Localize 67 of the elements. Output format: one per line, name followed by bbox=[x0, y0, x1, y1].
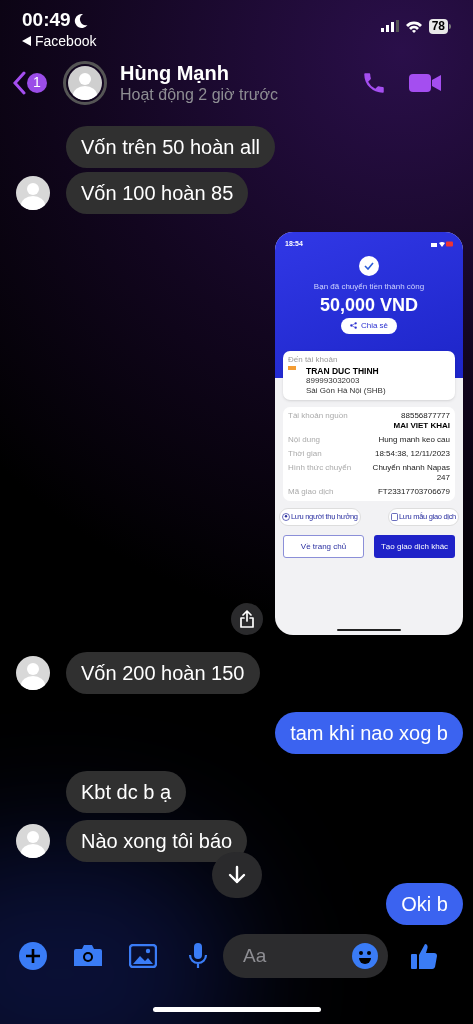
field-label: Tài khoản nguồn bbox=[288, 411, 348, 422]
field-label: Thời gian bbox=[288, 449, 322, 459]
active-status: Hoạt động 2 giờ trước bbox=[120, 84, 279, 105]
back-to-app-link[interactable]: Facebook bbox=[35, 32, 97, 50]
arrow-down-icon bbox=[226, 864, 248, 886]
field-label: Đến tài khoản bbox=[288, 355, 339, 365]
message-bubble: Vốn 200 hoàn 150 bbox=[66, 652, 260, 694]
success-message: Bạn đã chuyển tiền thành công bbox=[313, 280, 425, 293]
share-button[interactable] bbox=[231, 603, 263, 635]
video-call-button[interactable] bbox=[409, 71, 441, 94]
person-avatar-icon bbox=[16, 176, 50, 210]
battery-level: 78 bbox=[428, 18, 448, 34]
document-icon bbox=[390, 513, 398, 521]
person-icon bbox=[282, 513, 290, 521]
transfer-amount: 50,000 VND bbox=[319, 293, 419, 316]
person-avatar-icon bbox=[16, 656, 50, 690]
home-indicator bbox=[337, 628, 401, 631]
back-chevron-icon bbox=[12, 70, 26, 95]
message-bubble: tam khi nao xog b bbox=[275, 712, 463, 754]
clock-time: 00:49 bbox=[22, 8, 71, 32]
success-check-icon bbox=[359, 255, 379, 276]
bank-logo-icon bbox=[288, 366, 296, 370]
field-value: 18:54:38, 12/11/2023 bbox=[373, 449, 450, 459]
back-button[interactable]: 1 bbox=[12, 70, 47, 95]
field-value: Chuyển nhanh Napas 247 bbox=[371, 463, 450, 483]
wifi-icon bbox=[404, 19, 423, 33]
field-label: Nội dung bbox=[288, 435, 321, 445]
message-bubble: Kbt dc b ạ bbox=[66, 771, 187, 813]
emoji-icon[interactable] bbox=[351, 942, 379, 970]
image-icon bbox=[129, 944, 157, 968]
share-button[interactable]: Chia sẻ bbox=[340, 317, 398, 334]
video-camera-icon bbox=[409, 71, 441, 94]
message-bubble: Nào xong tôi báo bbox=[66, 820, 248, 862]
like-button[interactable] bbox=[410, 942, 438, 970]
message-input-field[interactable]: Aa bbox=[223, 934, 388, 978]
message-bubble: Oki b bbox=[386, 883, 463, 925]
person-silhouette-icon bbox=[68, 65, 102, 100]
gallery-button[interactable] bbox=[128, 941, 158, 971]
field-value: MAI VIET KHAI bbox=[393, 421, 450, 431]
moon-icon bbox=[73, 12, 88, 28]
back-triangle-icon[interactable] bbox=[22, 36, 31, 46]
microphone-icon bbox=[188, 942, 208, 970]
new-transaction-button[interactable]: Tạo giao dịch khác bbox=[374, 535, 455, 558]
camera-icon bbox=[73, 944, 103, 968]
add-button[interactable] bbox=[18, 941, 48, 971]
field-label: Hình thức chuyển bbox=[288, 463, 352, 474]
field-value: 88556877777 bbox=[400, 411, 450, 421]
bank-name: Sài Gòn Hà Nội (SHB) bbox=[306, 386, 386, 396]
message-bubble: Vốn trên 50 hoàn all bbox=[66, 126, 276, 168]
signal-icon bbox=[380, 20, 399, 32]
plus-icon bbox=[19, 942, 47, 970]
share-icon bbox=[349, 322, 357, 329]
message-bubble: Vốn 100 hoàn 85 bbox=[66, 172, 249, 214]
unread-count-badge: 1 bbox=[27, 72, 47, 93]
status-icons bbox=[431, 241, 453, 248]
profile-avatar[interactable] bbox=[63, 60, 107, 105]
thumbs-up-icon bbox=[410, 942, 438, 970]
field-value: FT23317703706679 bbox=[376, 487, 450, 497]
account-number: 899993032003 bbox=[306, 376, 361, 386]
share-icon bbox=[239, 610, 255, 628]
field-value: Hung manh keo cau bbox=[377, 435, 450, 445]
scroll-down-button[interactable] bbox=[212, 852, 262, 898]
contact-name[interactable]: Hùng Mạnh bbox=[120, 60, 361, 85]
field-label: Mã giao dịch bbox=[288, 487, 334, 497]
person-avatar-icon bbox=[16, 824, 50, 858]
home-button[interactable]: Về trang chủ bbox=[283, 535, 364, 558]
recipient-name: TRAN DUC THINH bbox=[306, 366, 380, 376]
